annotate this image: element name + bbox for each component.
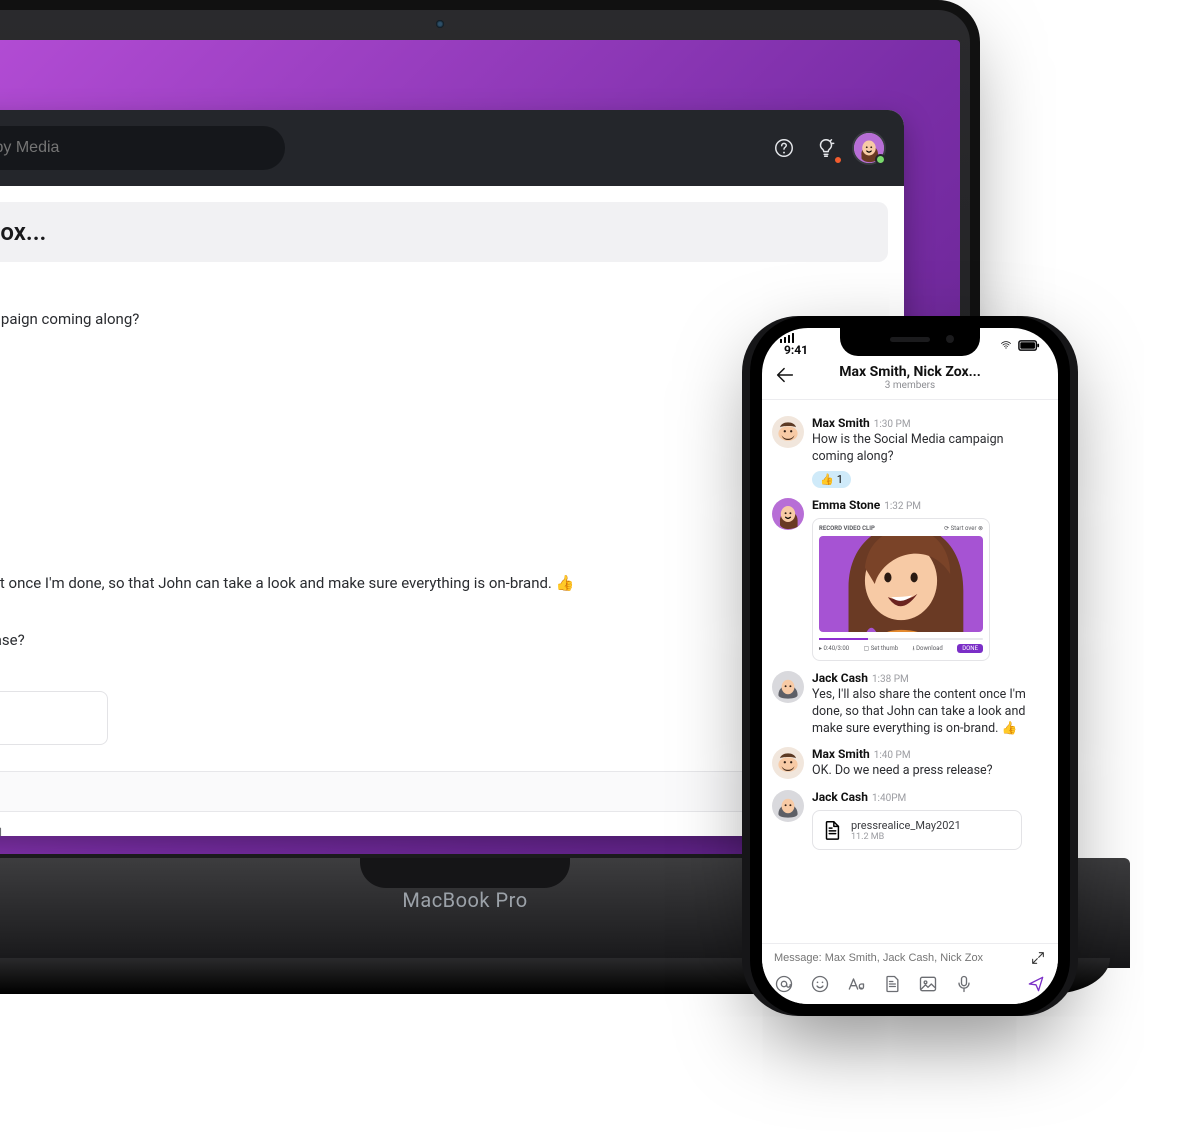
phone-composer-input[interactable] <box>774 952 1022 964</box>
file-icon <box>821 817 843 843</box>
avatar[interactable] <box>772 498 804 530</box>
phone-member-count: 3 members <box>762 380 1058 391</box>
avatar[interactable] <box>772 416 804 448</box>
search-input[interactable] <box>0 139 267 157</box>
document-icon[interactable] <box>882 974 902 994</box>
video-thumbnail <box>819 536 983 632</box>
laptop-camera <box>436 20 444 28</box>
format-icon[interactable] <box>846 974 866 994</box>
message-body: How is the Social Media campaign coming … <box>0 310 882 330</box>
message: Max Smith 1:30 PM How is the Social Medi… <box>0 290 882 366</box>
whatsnew-button[interactable] <box>810 132 842 164</box>
message-body: Yes, I'll also share the content once I'… <box>812 687 1048 738</box>
avatar[interactable] <box>772 790 804 822</box>
message: Max Smith1:30 PM How is the Social Media… <box>772 416 1048 488</box>
app-topbar <box>0 110 904 186</box>
laptop-branding: MacBook Pro <box>402 888 527 912</box>
phone-composer[interactable] <box>762 943 1058 1004</box>
notification-dot <box>833 155 843 165</box>
mic-icon[interactable] <box>954 974 974 994</box>
phone-conversation-title[interactable]: Max Smith, Nick Zox... <box>762 364 1058 380</box>
phone-thread: Max Smith1:30 PM How is the Social Media… <box>762 400 1058 850</box>
video-icon[interactable] <box>0 822 4 837</box>
video-clip-card[interactable]: RECORD VIDEO CLIP⟳ Start over ⊗ ▸ 0:40/3… <box>812 518 990 661</box>
wifi-icon <box>998 339 1014 351</box>
file-attachment[interactable]: pressrealice_May202111.2 MB <box>812 810 1022 850</box>
message: Jack Cash1:40PM pressrealice_May202111.2… <box>772 790 1048 850</box>
help-button[interactable] <box>768 132 800 164</box>
message-body: OK. Do we need a press release? <box>812 763 1048 780</box>
expand-icon[interactable] <box>1030 950 1046 966</box>
conversation-header[interactable]: ax Smith, Nick Zox... <box>0 202 888 262</box>
avatar[interactable] <box>772 671 804 703</box>
profile-avatar[interactable] <box>852 131 886 165</box>
signal-icon <box>780 333 796 343</box>
send-button[interactable] <box>1026 974 1046 994</box>
avatar[interactable] <box>772 747 804 779</box>
phone-notch <box>840 328 980 356</box>
message: Emma Stone1:32 PM RECORD VIDEO CLIP⟳ Sta… <box>772 498 1048 661</box>
message: Max Smith1:40 PM OK. Do we need a press … <box>772 747 1048 780</box>
phone-frame: 9:41 Max Smith, Nick Zox... 3 members Ma… <box>750 316 1070 1016</box>
image-icon[interactable] <box>918 974 938 994</box>
battery-icon <box>1018 340 1040 351</box>
phone-header: Max Smith, Nick Zox... 3 members <box>762 362 1058 400</box>
message: Jack Cash1:38 PM Yes, I'll also share th… <box>772 671 1048 738</box>
search-field[interactable] <box>0 126 285 170</box>
done-button[interactable]: DONE <box>957 644 983 653</box>
reaction-pill[interactable]: 👍1 <box>812 471 851 488</box>
status-time: 9:41 <box>784 343 808 357</box>
message-body: How is the Social Media campaign coming … <box>812 432 1048 466</box>
mention-icon[interactable] <box>774 974 794 994</box>
presence-indicator <box>875 154 886 165</box>
emoji-icon[interactable] <box>810 974 830 994</box>
phone-composer-toolbar <box>774 974 1046 994</box>
file-attachment[interactable]: pressrealice_May202111.2 MB <box>0 691 108 745</box>
back-button[interactable] <box>774 364 796 386</box>
